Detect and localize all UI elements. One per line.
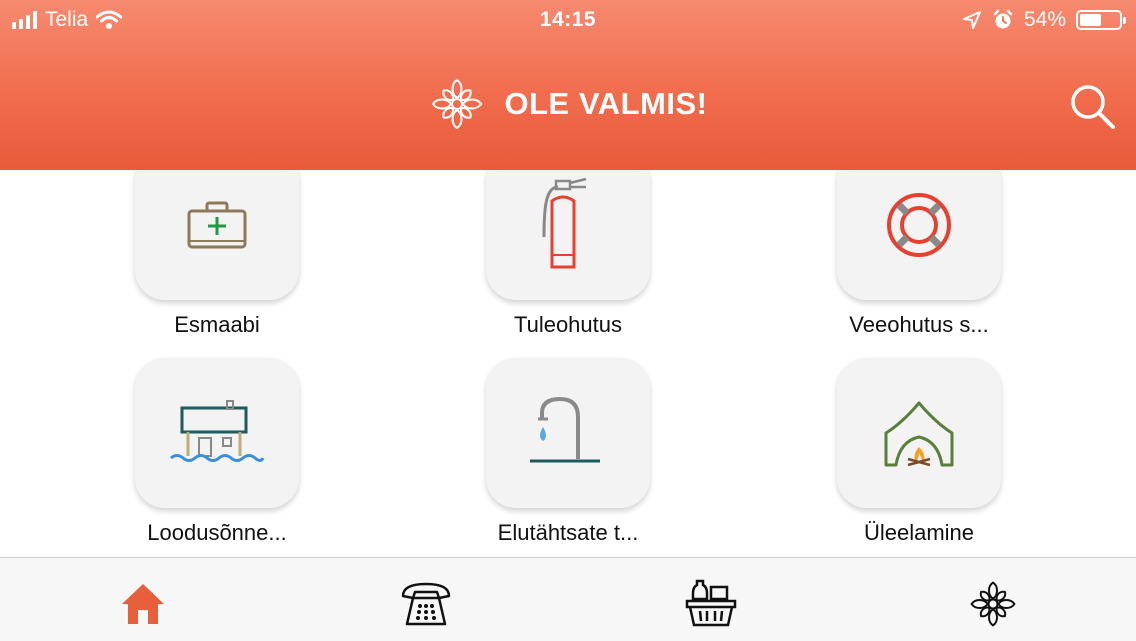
water-tap-icon <box>530 396 600 463</box>
tile-label: Elutähtsate t... <box>497 520 639 545</box>
tile-icon-box <box>486 358 650 508</box>
tile-label: Üleelamine <box>863 520 975 545</box>
battery-icon <box>1076 10 1126 30</box>
ornament-flower-icon <box>431 78 482 130</box>
page-title: OLE VALMIS! <box>504 86 708 121</box>
tab-home[interactable] <box>115 576 171 632</box>
battery-percent: 54% <box>1023 8 1066 31</box>
tile-veeohutus[interactable]: Veeohutus s... <box>769 170 1069 338</box>
status-bar: Telia 14:15 54% <box>0 0 1136 42</box>
tile-label: Tuleohutus <box>513 312 623 337</box>
tile-icon-box <box>486 170 650 300</box>
alarm-clock-icon <box>993 9 1013 29</box>
tile-label: Loodusõnne... <box>147 520 287 545</box>
category-grid: Esmaabi Tuleohutus Veeohutus s... Loodus… <box>0 170 1136 557</box>
tile-tuleohutus[interactable]: Tuleohutus <box>418 170 718 338</box>
tile-label: Esmaabi <box>174 312 260 337</box>
tile-elutahtsad-teenused[interactable]: Elutähtsate t... <box>418 358 718 546</box>
supply-basket-icon <box>685 579 737 627</box>
tile-icon-box <box>837 358 1001 508</box>
tile-loodusonnetused[interactable]: Loodusõnne... <box>67 358 367 546</box>
app-header: Telia 14:15 54% OLE VALMIS! <box>0 0 1136 170</box>
ornament-flower-icon <box>970 581 1016 627</box>
tile-icon-box <box>837 170 1001 300</box>
tile-uleelamine[interactable]: Üleelamine <box>769 358 1069 546</box>
tent-campfire-icon <box>884 401 954 467</box>
battery-level-fill <box>1080 14 1101 26</box>
tile-label: Veeohutus s... <box>849 312 989 337</box>
bottom-tab-bar <box>0 557 1136 641</box>
location-arrow-icon <box>962 11 981 29</box>
tab-supplies[interactable] <box>683 576 739 632</box>
fire-extinguisher-icon <box>542 177 587 269</box>
flooded-house-icon <box>170 400 265 462</box>
first-aid-kit-icon <box>187 201 247 249</box>
tile-icon-box <box>135 358 299 508</box>
life-ring-icon <box>887 193 951 257</box>
home-icon <box>122 584 164 624</box>
tile-icon-box <box>135 170 299 300</box>
search-icon <box>1071 85 1115 129</box>
search-button[interactable] <box>1068 82 1116 130</box>
tab-about[interactable] <box>965 576 1021 632</box>
telephone-icon <box>401 582 451 626</box>
tile-esmaabi[interactable]: Esmaabi <box>67 170 367 338</box>
tab-phone[interactable] <box>398 576 454 632</box>
